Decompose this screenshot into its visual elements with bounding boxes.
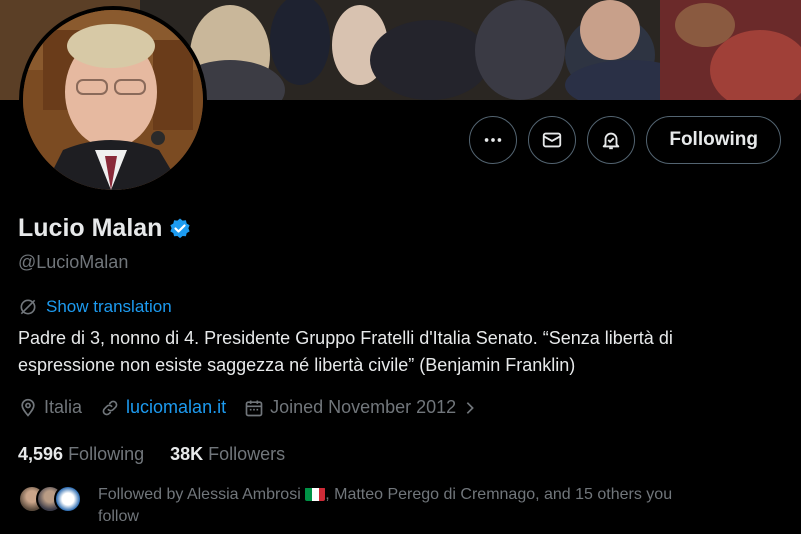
- following-count: 4,596: [18, 444, 64, 464]
- show-translation-label[interactable]: Show translation: [46, 297, 172, 317]
- following-stat-label: Following: [68, 444, 145, 464]
- more-icon: [485, 138, 502, 142]
- calendar-icon: [245, 400, 263, 416]
- translate-icon: [20, 299, 36, 315]
- notifications-button[interactable]: [587, 116, 636, 164]
- verified-badge-icon[interactable]: [168, 217, 192, 241]
- location-text: Italia: [44, 397, 83, 417]
- followed-by-line2: follow: [98, 508, 139, 525]
- link-icon: [102, 400, 118, 415]
- followers-stat[interactable]: 38K Followers: [170, 444, 285, 465]
- username-handle: @LucioMalan: [18, 252, 129, 272]
- followed-by[interactable]: Followed by Alessia Ambrosi , Matteo Per…: [18, 484, 758, 528]
- profile-stats: 4,596 Following 38K Followers: [18, 444, 285, 465]
- show-translation-link[interactable]: Show translation: [18, 297, 172, 317]
- display-name: Lucio Malan: [18, 214, 163, 242]
- bio-line: Padre di 3, nonno di 4. Presidente Grupp…: [18, 328, 673, 348]
- followed-by-text: Followed by Alessia Ambrosi , Matteo Per…: [98, 484, 758, 528]
- italy-flag-icon: [305, 487, 326, 501]
- followed-by-prefix: Followed by Alessia Ambrosi: [98, 486, 301, 503]
- following-button[interactable]: Following: [646, 116, 781, 164]
- joined-date[interactable]: Joined November 2012: [244, 397, 478, 418]
- message-button[interactable]: [528, 116, 577, 164]
- followed-by-suffix: , Matteo Perego di Cremnago, and 15 othe…: [325, 486, 673, 503]
- profile-avatar[interactable]: [19, 6, 207, 194]
- joined-text: Joined November 2012: [270, 397, 457, 417]
- followers-stat-label: Followers: [208, 444, 286, 464]
- bio-line: espressione non esiste saggezza né liber…: [18, 355, 576, 375]
- website[interactable]: luciomalan.it: [100, 397, 226, 418]
- profile-name-row: Lucio Malan: [18, 214, 192, 243]
- more-button[interactable]: [469, 116, 518, 164]
- location-icon: [21, 398, 35, 417]
- location: Italia: [18, 397, 82, 418]
- follower-avatars: [18, 484, 82, 516]
- website-link[interactable]: luciomalan.it: [126, 397, 226, 418]
- mail-icon: [543, 132, 562, 148]
- following-stat[interactable]: 4,596 Following: [18, 444, 144, 465]
- followers-count: 38K: [170, 444, 204, 464]
- avatar-photo: [23, 10, 203, 190]
- notification-bell-icon: [603, 132, 620, 150]
- profile-actions: Following: [469, 116, 781, 164]
- avatar: [54, 485, 82, 513]
- profile-meta: Italia luciomalan.it Joined November 201…: [18, 397, 478, 418]
- profile-bio: Padre di 3, nonno di 4. Presidente Grupp…: [18, 325, 788, 379]
- chevron-right-icon: [466, 401, 475, 414]
